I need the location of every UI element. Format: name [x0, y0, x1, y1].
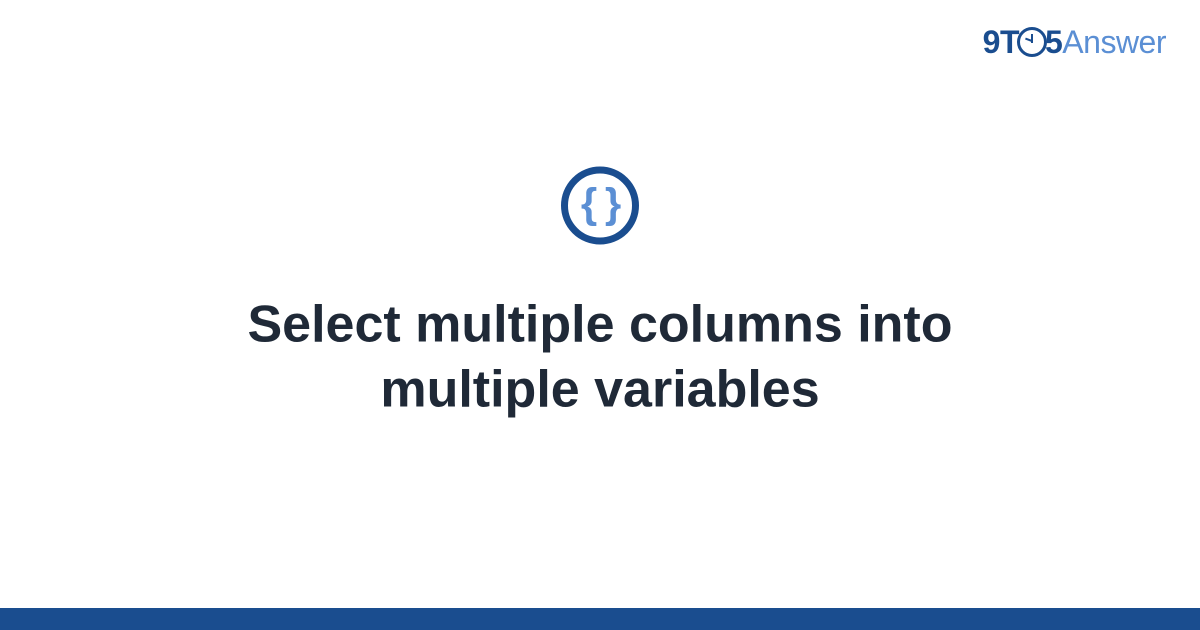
code-braces-icon: { } [581, 183, 619, 225]
footer-bar [0, 608, 1200, 630]
page-title: Select multiple columns into multiple va… [150, 293, 1050, 423]
main-content: { } Select multiple columns into multipl… [0, 167, 1200, 423]
clock-icon [1017, 27, 1047, 57]
brand-logo: 9T 5Answer [983, 24, 1166, 61]
category-icon-circle: { } [561, 167, 639, 245]
brand-text-answer: Answer [1062, 24, 1166, 60]
brand-text-9t: 9T [983, 24, 1019, 60]
brand-text-5: 5 [1045, 24, 1062, 60]
